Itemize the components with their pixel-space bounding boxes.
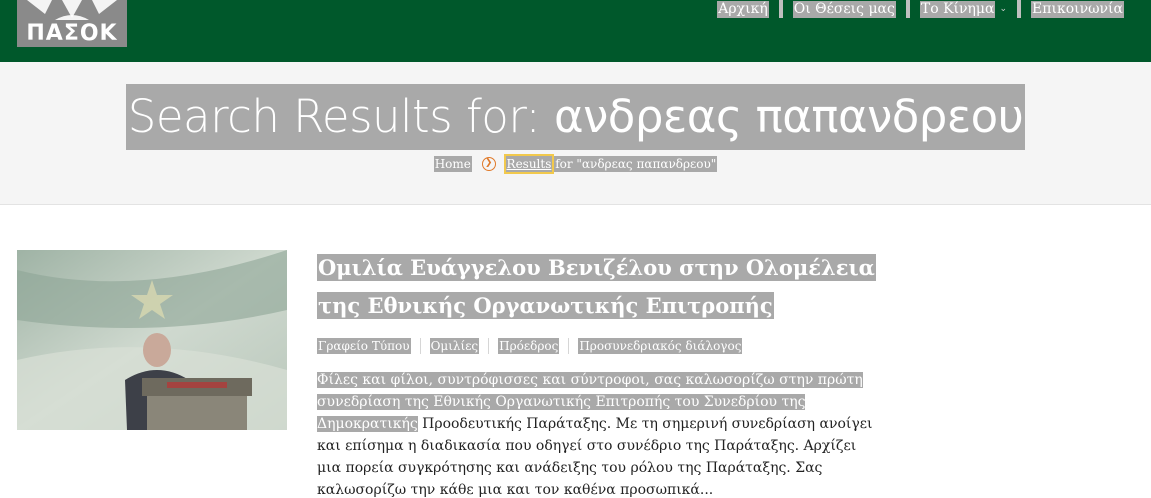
result-categories: Γραφείο Τύπου Ομιλίες Πρόεδρος Προσυνεδρ… bbox=[317, 338, 743, 354]
title-prefix: Search Results for: bbox=[127, 90, 554, 143]
nav-item-movement[interactable]: Το Κίνημα ⌄ bbox=[910, 0, 1017, 18]
breadcrumb-home-link[interactable]: Home bbox=[433, 155, 472, 172]
nav-item-home[interactable]: Αρχική bbox=[707, 0, 778, 18]
breadcrumb-results-link[interactable]: Results bbox=[503, 153, 555, 174]
breadcrumb: Home ❯ Results for "ανδρεας παπανδρεου" bbox=[0, 153, 1151, 174]
category-link[interactable]: Πρόεδρος bbox=[498, 338, 560, 354]
nav-item-label: Επικοινωνία bbox=[1031, 0, 1124, 18]
speaker-photo bbox=[17, 250, 287, 430]
title-query: ανδρεας παπανδρεου bbox=[554, 90, 1024, 143]
main-nav: Αρχική Οι Θέσεις μας Το Κίνημα ⌄ Επικοιν… bbox=[707, 0, 1124, 18]
page-title-band: Search Results for: ανδρεας παπανδρεου H… bbox=[0, 62, 1151, 205]
nav-item-label: Οι Θέσεις μας bbox=[792, 0, 896, 18]
breadcrumb-query-text: for "ανδρεας παπανδρεου" bbox=[551, 156, 717, 171]
result-thumbnail[interactable] bbox=[17, 250, 287, 430]
chevron-down-icon: ⌄ bbox=[999, 4, 1008, 14]
site-logo[interactable]: ΠΑΣΟΚ bbox=[17, 0, 127, 47]
nav-item-label: Το Κίνημα bbox=[919, 0, 996, 18]
nav-item-contact[interactable]: Επικοινωνία bbox=[1021, 0, 1124, 18]
category-divider bbox=[488, 338, 490, 354]
nav-item-label: Αρχική bbox=[717, 0, 769, 18]
result-title-text: Ομιλία Ευάγγελου Βενιζέλου στην Ολομέλει… bbox=[317, 254, 876, 319]
result-title-link[interactable]: Ομιλία Ευάγγελου Βενιζέλου στην Ολομέλει… bbox=[317, 249, 877, 325]
category-link[interactable]: Προσυνεδριακός διάλογος bbox=[578, 338, 743, 354]
category-divider bbox=[568, 338, 570, 354]
category-link[interactable]: Γραφείο Τύπου bbox=[317, 338, 411, 354]
chevron-right-circle-icon: ❯ bbox=[481, 156, 496, 171]
breadcrumb-current: Results for "ανδρεας παπανδρεου" bbox=[503, 153, 718, 174]
result-excerpt: Φίλες και φίλοι, συντρόφισσες και σύντρο… bbox=[317, 369, 877, 498]
page-title: Search Results for: ανδρεας παπανδρεου bbox=[125, 84, 1026, 150]
site-header: ΠΑΣΟΚ Αρχική Οι Θέσεις μας Το Κίνημα ⌄ Ε… bbox=[0, 0, 1151, 62]
category-divider bbox=[419, 338, 421, 354]
category-link[interactable]: Ομιλίες bbox=[429, 338, 480, 354]
nav-item-positions[interactable]: Οι Θέσεις μας bbox=[783, 0, 906, 18]
logo-text: ΠΑΣΟΚ bbox=[26, 21, 118, 46]
